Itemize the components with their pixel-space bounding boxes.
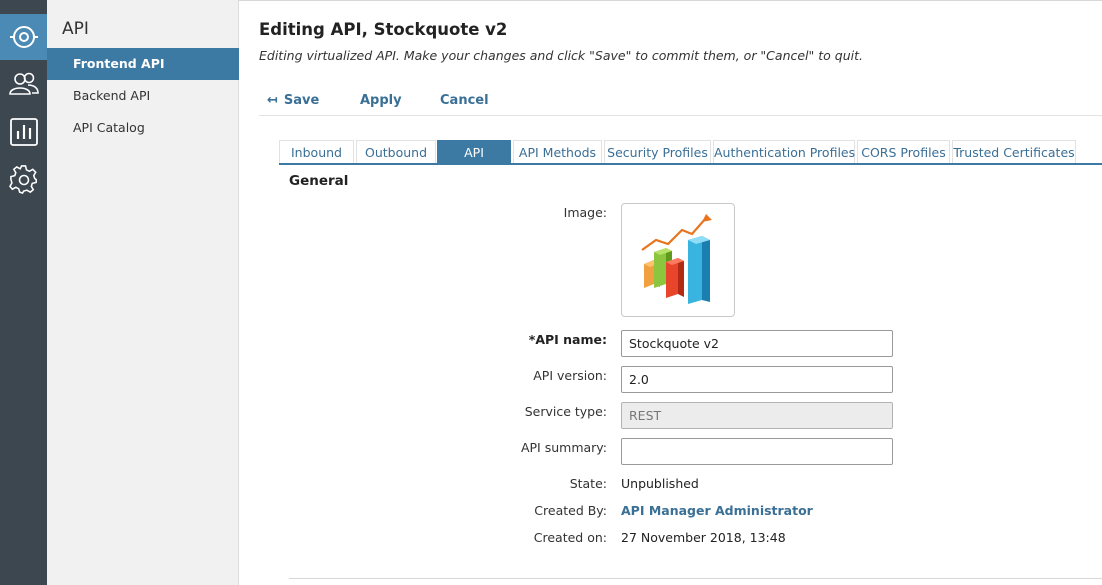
apply-button[interactable]: Apply [360, 93, 402, 108]
rail-item-settings[interactable] [0, 157, 47, 203]
rail-item-users[interactable] [0, 61, 47, 107]
created-on-label: Created on: [533, 530, 607, 545]
tab-outbound[interactable]: Outbound [356, 140, 436, 163]
api-icon [9, 26, 38, 48]
api-version-label: API version: [533, 368, 607, 383]
service-type-label: Service type: [524, 404, 607, 419]
api-version-input[interactable] [621, 366, 893, 393]
rail-item-analytics[interactable] [0, 109, 47, 155]
general-section-title: General [289, 173, 349, 189]
page-title: Editing API, Stockquote v2 [259, 20, 508, 39]
tab-trusted-certificates[interactable]: Trusted Certificates [952, 140, 1076, 163]
gear-icon [8, 165, 37, 195]
api-name-label: *API name: [528, 332, 607, 347]
subnav-item-api-catalog[interactable]: API Catalog [47, 112, 239, 144]
state-label: State: [569, 476, 607, 491]
save-button[interactable]: ↤ Save [267, 93, 319, 108]
page-subtitle: Editing virtualized API. Make your chang… [259, 48, 863, 63]
sub-navigation: API Frontend API Backend API API Catalog [47, 0, 239, 585]
top-divider [239, 0, 1102, 1]
tab-cors-profiles[interactable]: CORS Profiles [857, 140, 950, 163]
api-summary-label: API summary: [520, 440, 607, 455]
toolbar: ↤ Save Apply Cancel [259, 88, 1102, 116]
tab-api[interactable]: API [437, 140, 511, 163]
api-summary-input[interactable] [621, 438, 893, 465]
tab-bar: Inbound Outbound API API Methods Securit… [279, 140, 1102, 165]
service-type-input [621, 402, 893, 429]
bar-chart-icon [9, 118, 38, 146]
main-content: Editing API, Stockquote v2 Editing virtu… [239, 0, 1102, 585]
tab-api-methods[interactable]: API Methods [513, 140, 602, 163]
api-name-input[interactable] [621, 330, 893, 357]
api-image[interactable] [621, 203, 735, 317]
back-arrow-icon: ↤ [267, 93, 278, 108]
subnav-item-backend-api[interactable]: Backend API [47, 80, 239, 112]
tab-authentication-profiles[interactable]: Authentication Profiles [713, 140, 855, 163]
created-by-link[interactable]: API Manager Administrator [621, 503, 813, 518]
tab-inbound[interactable]: Inbound [279, 140, 354, 163]
subnav-item-frontend-api[interactable]: Frontend API [47, 48, 239, 80]
icon-rail [0, 0, 47, 585]
cancel-button[interactable]: Cancel [440, 93, 489, 108]
rail-item-api[interactable] [0, 14, 47, 60]
tab-security-profiles[interactable]: Security Profiles [604, 140, 711, 163]
bottom-divider [289, 578, 1102, 579]
state-value: Unpublished [621, 476, 699, 491]
save-label: Save [283, 93, 320, 108]
bar-chart-growth-image [641, 214, 712, 304]
created-on-value: 27 November 2018, 13:48 [621, 530, 786, 545]
subnav-title: API [62, 19, 89, 39]
image-label: Image: [563, 205, 607, 220]
created-by-label: Created By: [534, 503, 607, 518]
users-icon [8, 72, 39, 95]
